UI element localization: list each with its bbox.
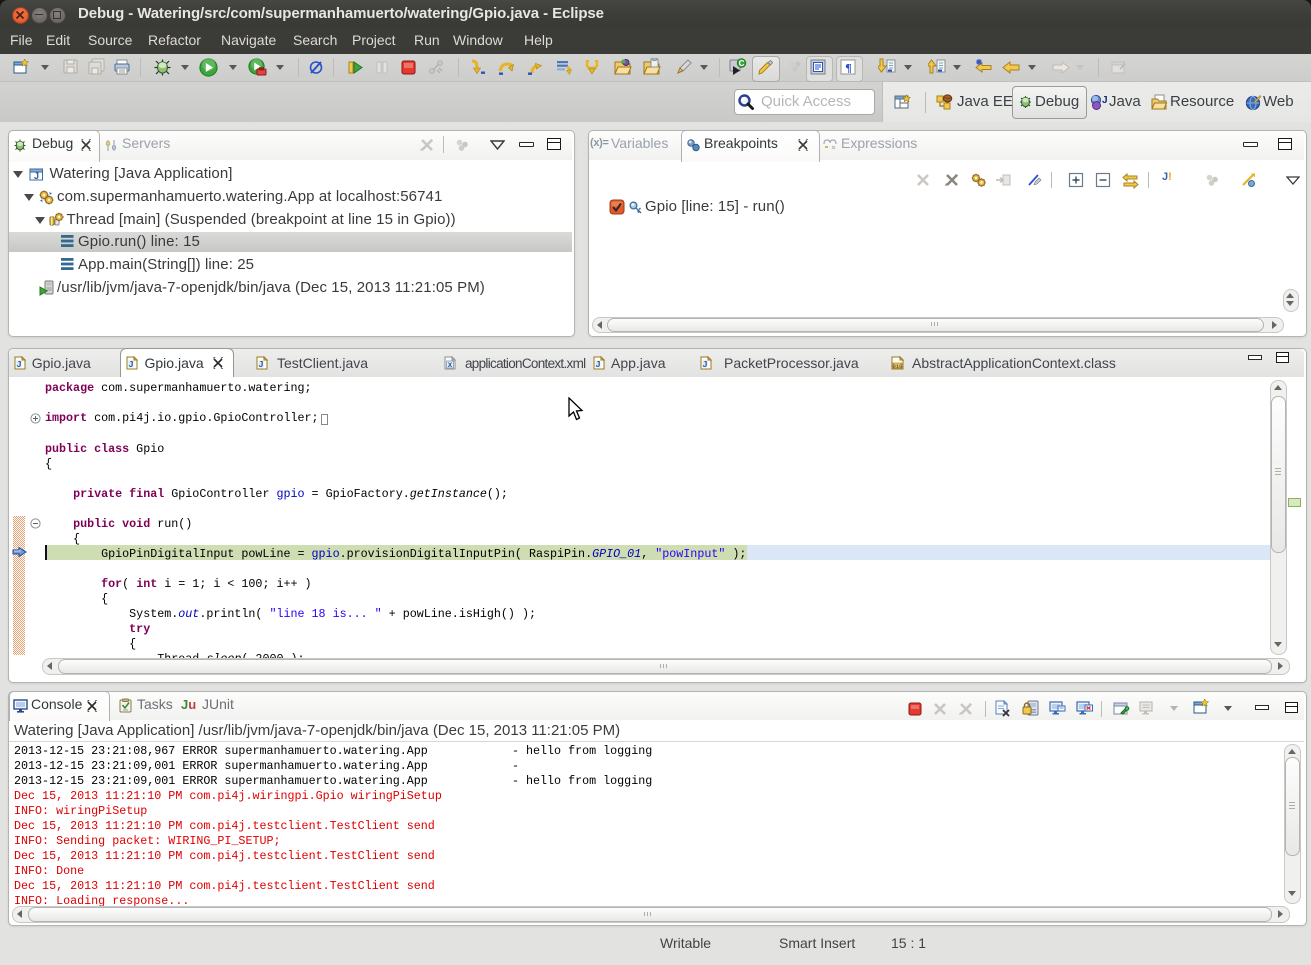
svg-text:010: 010 (893, 363, 903, 370)
svg-text:J: J (259, 359, 264, 369)
svg-text:J: J (17, 359, 22, 369)
svg-text:J: J (596, 359, 601, 369)
svg-text:J: J (1102, 95, 1107, 106)
svg-text:¶: ¶ (845, 61, 851, 75)
svg-text:C: C (739, 59, 745, 68)
svg-text:x: x (448, 360, 453, 369)
svg-text:J: J (703, 359, 708, 369)
svg-text:J: J (34, 171, 39, 181)
svg-text:J: J (129, 359, 134, 369)
